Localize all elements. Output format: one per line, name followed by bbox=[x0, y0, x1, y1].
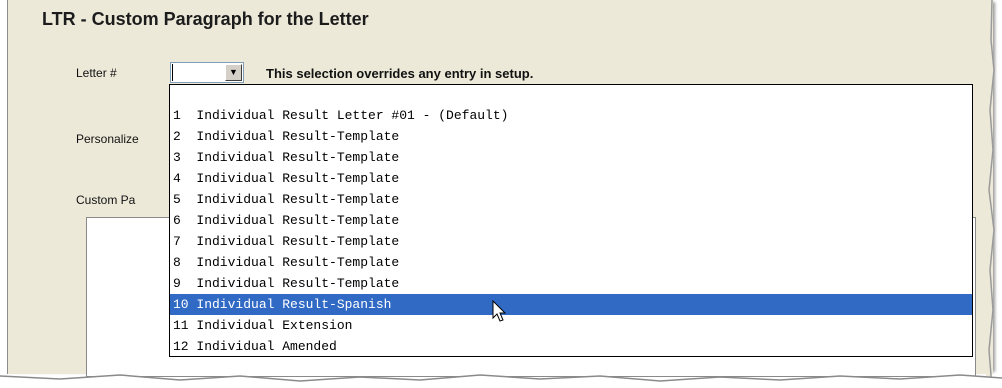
chevron-down-icon: ▼ bbox=[229, 67, 238, 77]
override-note: This selection overrides any entry in se… bbox=[266, 66, 534, 81]
dialog-window: LTR - Custom Paragraph for the Letter Le… bbox=[7, 0, 993, 377]
dropdown-option[interactable]: 6 Individual Result-Template bbox=[170, 210, 972, 231]
dropdown-option[interactable]: 3 Individual Result-Template bbox=[170, 147, 972, 168]
dropdown-option[interactable]: 4 Individual Result-Template bbox=[170, 168, 972, 189]
personalize-label: Personalize bbox=[76, 132, 139, 146]
dropdown-option[interactable]: 5 Individual Result-Template bbox=[170, 189, 972, 210]
letter-number-combobox[interactable]: ▼ bbox=[170, 62, 244, 83]
dropdown-option[interactable]: 12 Individual Amended bbox=[170, 336, 972, 357]
dropdown-option[interactable]: 8 Individual Result-Template bbox=[170, 252, 972, 273]
dropdown-option[interactable]: 1 Individual Result Letter #01 - (Defaul… bbox=[170, 105, 972, 126]
letter-number-label: Letter # bbox=[76, 66, 117, 80]
custom-paragraph-label: Custom Pa bbox=[76, 193, 136, 207]
dropdown-option[interactable]: 7 Individual Result-Template bbox=[170, 231, 972, 252]
letter-number-value[interactable] bbox=[172, 64, 223, 81]
dropdown-option[interactable]: 9 Individual Result-Template bbox=[170, 273, 972, 294]
dropdown-option[interactable]: 11 Individual Extension bbox=[170, 315, 972, 336]
letter-dropdown-list[interactable]: 1 Individual Result Letter #01 - (Defaul… bbox=[169, 84, 973, 357]
dropdown-option[interactable]: 10 Individual Result-Spanish bbox=[170, 294, 972, 315]
dropdown-option[interactable]: 2 Individual Result-Template bbox=[170, 126, 972, 147]
dropdown-arrow-button[interactable]: ▼ bbox=[225, 64, 242, 81]
window-title: LTR - Custom Paragraph for the Letter bbox=[42, 9, 369, 29]
